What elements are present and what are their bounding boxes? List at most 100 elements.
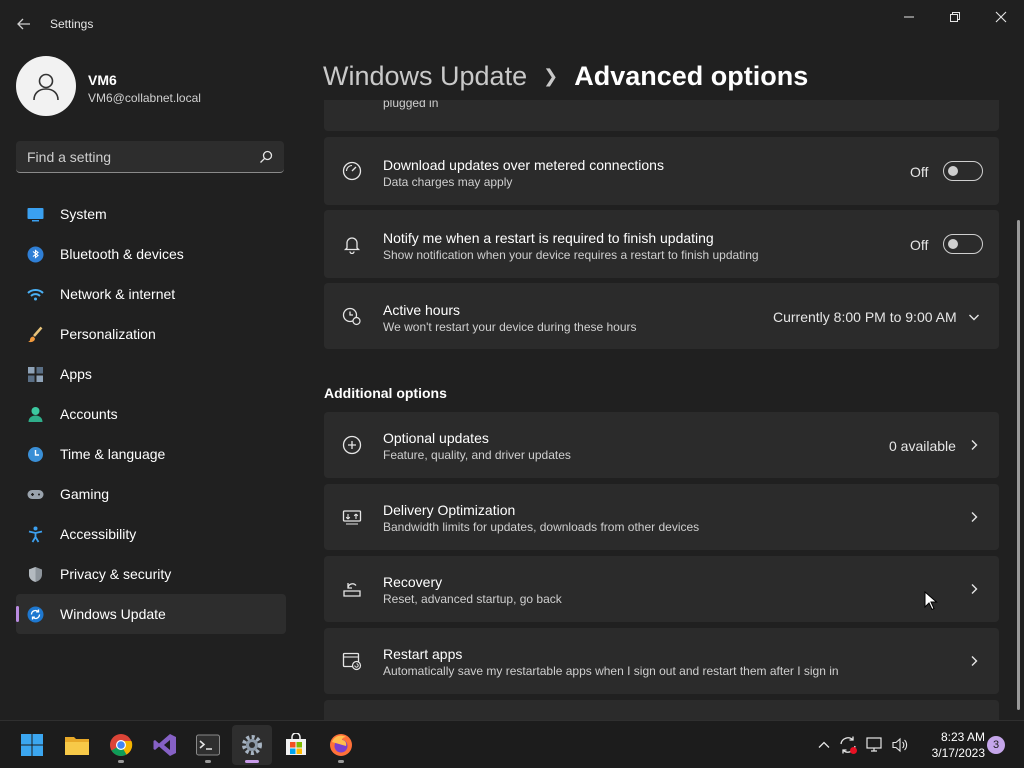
accessibility-icon bbox=[28, 526, 43, 543]
settings-card-delivery-optimization[interactable]: Delivery Optimization Bandwidth limits f… bbox=[324, 484, 999, 550]
gamepad-icon bbox=[27, 490, 44, 499]
sidebar-item-windows-update[interactable]: Windows Update bbox=[16, 594, 286, 634]
sidebar-item-label: Accounts bbox=[60, 406, 118, 422]
restart-notification-toggle[interactable] bbox=[943, 234, 983, 254]
avatar[interactable] bbox=[16, 56, 76, 116]
restore-button[interactable] bbox=[932, 4, 978, 30]
card-title: Restart apps bbox=[383, 646, 463, 662]
toggle-state-label: Off bbox=[910, 164, 929, 180]
visual-studio-icon bbox=[153, 734, 176, 756]
search-icon[interactable] bbox=[258, 149, 274, 165]
user-name: VM6 bbox=[88, 72, 117, 88]
settings-card-active-hours[interactable]: Active hours We won't restart your devic… bbox=[324, 283, 999, 349]
sidebar-item-accounts[interactable]: Accounts bbox=[16, 394, 286, 434]
sidebar-item-apps[interactable]: Apps bbox=[16, 354, 286, 394]
sidebar-item-network[interactable]: Network & internet bbox=[16, 274, 286, 314]
restart-apps-icon bbox=[342, 652, 362, 671]
accounts-icon bbox=[28, 407, 43, 422]
taskbar-store[interactable] bbox=[276, 725, 316, 765]
sidebar-item-label: Bluetooth & devices bbox=[60, 246, 184, 262]
chevron-right-icon[interactable] bbox=[967, 582, 981, 596]
chevron-right-icon[interactable] bbox=[967, 654, 981, 668]
volume-button[interactable] bbox=[890, 735, 910, 755]
sidebar-item-label: Personalization bbox=[60, 326, 156, 342]
sidebar-item-accessibility[interactable]: Accessibility bbox=[16, 514, 286, 554]
sidebar-item-personalization[interactable]: Personalization bbox=[16, 314, 286, 354]
recovery-icon bbox=[343, 583, 361, 597]
restore-icon bbox=[950, 12, 960, 22]
store-icon bbox=[286, 733, 306, 755]
search-box[interactable] bbox=[16, 141, 284, 173]
bluetooth-icon bbox=[27, 246, 44, 263]
scrollbar[interactable] bbox=[1017, 220, 1020, 710]
app-title: Settings bbox=[50, 17, 94, 31]
bell-icon bbox=[343, 237, 361, 254]
terminal-icon bbox=[196, 734, 220, 756]
sidebar-item-label: Apps bbox=[60, 366, 92, 382]
firefox-icon bbox=[330, 734, 352, 756]
close-icon bbox=[995, 11, 1007, 23]
taskbar-settings[interactable] bbox=[232, 725, 272, 765]
user-email: VM6@collabnet.local bbox=[88, 91, 201, 105]
settings-card-partial[interactable]: plugged in bbox=[324, 100, 999, 131]
delivery-optimization-icon bbox=[342, 510, 362, 525]
breadcrumb-parent-link[interactable]: Windows Update bbox=[323, 61, 527, 92]
notification-badge[interactable]: 3 bbox=[987, 736, 1005, 754]
breadcrumb-chevron-icon: ❯ bbox=[543, 65, 559, 86]
minimize-button[interactable] bbox=[886, 4, 932, 30]
chevron-down-icon[interactable] bbox=[967, 310, 981, 324]
sync-status-button[interactable] bbox=[838, 735, 858, 755]
chevron-right-icon[interactable] bbox=[967, 438, 981, 452]
toggle-knob bbox=[948, 166, 958, 176]
show-hidden-icons-button[interactable] bbox=[814, 735, 834, 755]
network-icon bbox=[27, 289, 44, 301]
toggle-state-label: Off bbox=[910, 237, 929, 253]
card-title: Delivery Optimization bbox=[383, 502, 516, 518]
card-subtitle: Automatically save my restartable apps w… bbox=[383, 664, 839, 678]
taskbar-file-explorer[interactable] bbox=[57, 725, 97, 765]
file-explorer-icon bbox=[65, 737, 89, 755]
back-button[interactable] bbox=[10, 10, 38, 38]
shield-icon bbox=[29, 567, 42, 582]
sidebar-item-system[interactable]: System bbox=[16, 194, 286, 234]
sidebar-item-label: Privacy & security bbox=[60, 566, 172, 582]
taskbar-visual-studio[interactable] bbox=[145, 725, 185, 765]
sidebar-item-privacy-security[interactable]: Privacy & security bbox=[16, 554, 286, 594]
card-subtitle: plugged in bbox=[383, 100, 439, 110]
settings-card-restart-apps[interactable]: Restart apps Automatically save my resta… bbox=[324, 628, 999, 694]
card-subtitle: Reset, advanced startup, go back bbox=[383, 592, 562, 606]
system-icon bbox=[27, 208, 44, 222]
taskbar-clock[interactable]: 8:23 AM 3/17/2023 bbox=[915, 729, 985, 761]
card-title: Recovery bbox=[383, 574, 443, 590]
sidebar-item-label: Network & internet bbox=[60, 286, 176, 302]
card-subtitle: Feature, quality, and driver updates bbox=[383, 448, 571, 462]
card-title: Optional updates bbox=[383, 430, 489, 446]
taskbar-terminal[interactable] bbox=[188, 725, 228, 765]
network-status-button[interactable] bbox=[865, 735, 885, 755]
taskbar-chrome[interactable] bbox=[101, 725, 141, 765]
sidebar-item-bluetooth[interactable]: Bluetooth & devices bbox=[16, 234, 286, 274]
settings-card-partial-bottom[interactable] bbox=[324, 700, 999, 720]
sidebar-item-label: Gaming bbox=[60, 486, 110, 502]
card-title: Download updates over metered connection… bbox=[383, 157, 664, 173]
sidebar-item-label: Windows Update bbox=[60, 606, 166, 622]
section-heading-additional-options: Additional options bbox=[324, 385, 447, 401]
active-hours-icon bbox=[342, 307, 361, 326]
sidebar-item-gaming[interactable]: Gaming bbox=[16, 474, 286, 514]
person-icon bbox=[33, 73, 59, 101]
settings-card-metered-connections[interactable]: Download updates over metered connection… bbox=[324, 137, 999, 205]
brush-icon bbox=[28, 326, 43, 343]
settings-card-restart-notification[interactable]: Notify me when a restart is required to … bbox=[324, 210, 999, 278]
start-button[interactable] bbox=[12, 725, 52, 765]
metered-connections-toggle[interactable] bbox=[943, 161, 983, 181]
settings-card-recovery[interactable]: Recovery Reset, advanced startup, go bac… bbox=[324, 556, 999, 622]
sidebar-item-time-language[interactable]: Time & language bbox=[16, 434, 286, 474]
clock-time: 8:23 AM bbox=[940, 730, 985, 744]
settings-icon bbox=[242, 735, 262, 755]
chevron-right-icon[interactable] bbox=[967, 510, 981, 524]
user-profile[interactable]: VM6 VM6@collabnet.local bbox=[16, 56, 286, 118]
search-input[interactable] bbox=[16, 141, 252, 172]
close-button[interactable] bbox=[978, 4, 1024, 30]
taskbar-firefox[interactable] bbox=[321, 725, 361, 765]
settings-card-optional-updates[interactable]: Optional updates Feature, quality, and d… bbox=[324, 412, 999, 478]
